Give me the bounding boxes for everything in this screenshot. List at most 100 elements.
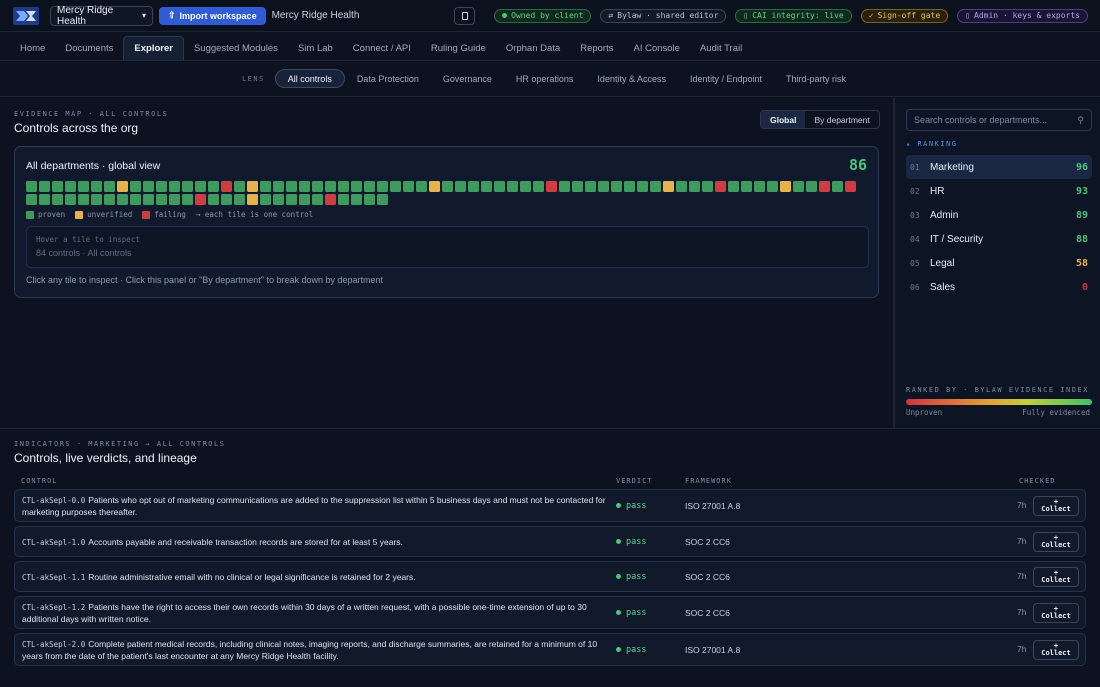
control-tile-proven[interactable]: [221, 194, 232, 205]
control-tile-proven[interactable]: [169, 181, 180, 192]
control-tile-proven[interactable]: [273, 181, 284, 192]
control-tile-proven[interactable]: [468, 181, 479, 192]
evidence-map-card[interactable]: All departments · global view 86 proven …: [14, 146, 879, 298]
control-tile-proven[interactable]: [208, 194, 219, 205]
import-workspace-button[interactable]: ⇧ Import workspace: [159, 6, 266, 25]
control-tile-proven[interactable]: [117, 194, 128, 205]
lens-data-protection[interactable]: Data Protection: [345, 69, 431, 88]
collect-button[interactable]: + Collect: [1033, 602, 1079, 623]
control-tile-proven[interactable]: [312, 181, 323, 192]
control-tile-proven[interactable]: [754, 181, 765, 192]
tab-suggested-modules[interactable]: Suggested Modules: [184, 36, 288, 60]
tab-ruling-guide[interactable]: Ruling Guide: [421, 36, 496, 60]
table-row[interactable]: CTL-akSepl-1.0 Accounts payable and recei…: [14, 526, 1086, 557]
table-row[interactable]: CTL-akSepl-1.1 Routine administrative ema…: [14, 561, 1086, 592]
control-tile-proven[interactable]: [39, 181, 50, 192]
control-tile-proven[interactable]: [702, 181, 713, 192]
global-view-button[interactable]: Global: [761, 111, 806, 128]
control-tile-proven[interactable]: [351, 181, 362, 192]
control-tile-proven[interactable]: [390, 181, 401, 192]
control-tile-proven[interactable]: [624, 181, 635, 192]
control-tile-proven[interactable]: [130, 194, 141, 205]
control-tile-proven[interactable]: [143, 194, 154, 205]
tab-home[interactable]: Home: [10, 36, 55, 60]
control-tile-proven[interactable]: [559, 181, 570, 192]
control-tile-proven[interactable]: [650, 181, 661, 192]
control-tile-proven[interactable]: [364, 194, 375, 205]
collect-button[interactable]: + Collect: [1033, 531, 1079, 552]
control-tile-proven[interactable]: [104, 181, 115, 192]
control-tile-proven[interactable]: [39, 194, 50, 205]
control-tile-unverified[interactable]: [663, 181, 674, 192]
control-tile-proven[interactable]: [338, 194, 349, 205]
control-tile-failing[interactable]: [195, 194, 206, 205]
control-tile-proven[interactable]: [585, 181, 596, 192]
control-tile-proven[interactable]: [377, 194, 388, 205]
control-tile-proven[interactable]: [377, 181, 388, 192]
control-tile-proven[interactable]: [728, 181, 739, 192]
tab-reports[interactable]: Reports: [570, 36, 623, 60]
status-pill-2[interactable]: ▯ CAI integrity: live: [735, 8, 852, 23]
control-tile-proven[interactable]: [351, 194, 362, 205]
control-tile-proven[interactable]: [403, 181, 414, 192]
tab-documents[interactable]: Documents: [55, 36, 123, 60]
control-tile-proven[interactable]: [455, 181, 466, 192]
ranking-row[interactable]: 02 HR 93: [906, 179, 1092, 203]
table-row[interactable]: CTL-akSepl-1.2 Patients have the right to…: [14, 596, 1086, 629]
collect-button[interactable]: + Collect: [1033, 495, 1079, 516]
control-tile-proven[interactable]: [312, 194, 323, 205]
status-pill-3[interactable]: ✓ Sign-off gate: [860, 8, 949, 23]
lens-governance[interactable]: Governance: [431, 69, 504, 88]
control-tile-proven[interactable]: [572, 181, 583, 192]
control-tile-proven[interactable]: [260, 181, 271, 192]
control-tile-proven[interactable]: [65, 194, 76, 205]
control-tile-proven[interactable]: [832, 181, 843, 192]
control-tile-proven[interactable]: [91, 194, 102, 205]
by-department-button[interactable]: By department: [805, 111, 878, 128]
control-tile-failing[interactable]: [845, 181, 856, 192]
control-tile-proven[interactable]: [364, 181, 375, 192]
lens-hr-operations[interactable]: HR operations: [504, 69, 586, 88]
control-tile-failing[interactable]: [546, 181, 557, 192]
control-tile-unverified[interactable]: [247, 194, 258, 205]
control-tile-proven[interactable]: [78, 194, 89, 205]
app-logo[interactable]: [12, 5, 40, 27]
control-tile-proven[interactable]: [741, 181, 752, 192]
control-tile-proven[interactable]: [208, 181, 219, 192]
control-tile-failing[interactable]: [819, 181, 830, 192]
ranking-row[interactable]: 03 Admin 89: [906, 203, 1092, 227]
control-tile-proven[interactable]: [169, 194, 180, 205]
control-tile-unverified[interactable]: [429, 181, 440, 192]
control-tile-proven[interactable]: [507, 181, 518, 192]
control-tile-proven[interactable]: [52, 194, 63, 205]
status-pill-1[interactable]: ⇄ Bylaw · shared editor: [600, 8, 727, 23]
control-tile-proven[interactable]: [78, 181, 89, 192]
control-tile-proven[interactable]: [91, 181, 102, 192]
control-tile-failing[interactable]: [221, 181, 232, 192]
control-tile-proven[interactable]: [533, 181, 544, 192]
control-tile-unverified[interactable]: [117, 181, 128, 192]
control-tile-proven[interactable]: [273, 194, 284, 205]
control-tile-proven[interactable]: [234, 194, 245, 205]
control-tile-proven[interactable]: [52, 181, 63, 192]
control-tile-proven[interactable]: [156, 194, 167, 205]
control-tile-proven[interactable]: [637, 181, 648, 192]
control-tile-proven[interactable]: [481, 181, 492, 192]
collect-button[interactable]: + Collect: [1033, 639, 1079, 660]
control-tile-proven[interactable]: [104, 194, 115, 205]
tab-orphan-data[interactable]: Orphan Data: [496, 36, 570, 60]
tab-audit-trail[interactable]: Audit Trail: [690, 36, 752, 60]
tab-ai-console[interactable]: AI Console: [623, 36, 689, 60]
control-tile-proven[interactable]: [793, 181, 804, 192]
control-tile-proven[interactable]: [195, 181, 206, 192]
ranking-row[interactable]: 01 Marketing 96: [906, 155, 1092, 179]
search-input[interactable]: Search controls or departments... ⚲: [906, 109, 1092, 131]
control-tile-proven[interactable]: [182, 194, 193, 205]
control-tile-proven[interactable]: [299, 181, 310, 192]
control-tile-proven[interactable]: [156, 181, 167, 192]
control-tile-proven[interactable]: [26, 194, 37, 205]
ranking-row[interactable]: 05 Legal 58: [906, 251, 1092, 275]
control-tile-proven[interactable]: [260, 194, 271, 205]
lens-identity-endpoint[interactable]: Identity / Endpoint: [678, 69, 774, 88]
control-tile-proven[interactable]: [767, 181, 778, 192]
